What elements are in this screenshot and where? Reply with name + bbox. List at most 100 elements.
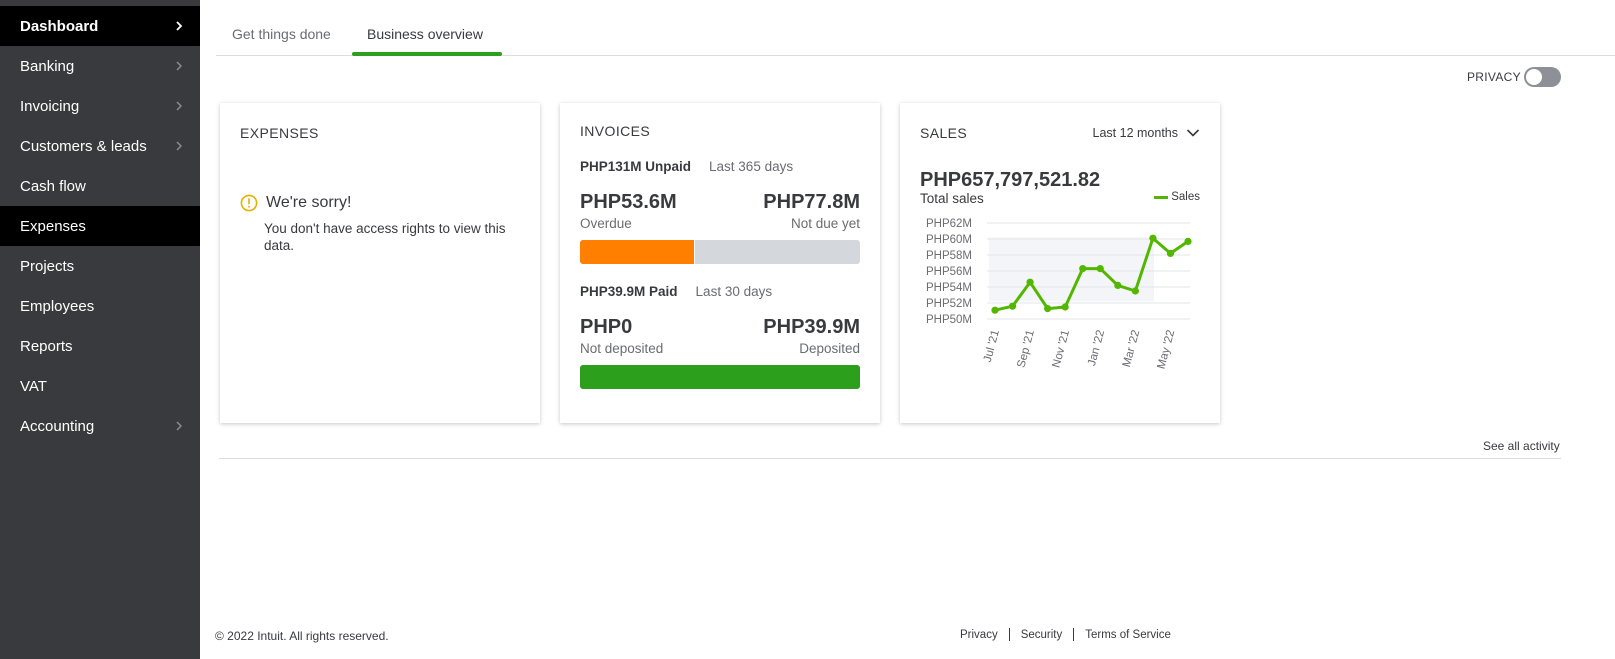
sidebar-item-projects[interactable]: Projects (0, 246, 200, 286)
sales-data-point (1044, 305, 1052, 313)
deposited-bar-segment[interactable] (580, 365, 860, 389)
invoices-title: INVOICES (580, 123, 651, 139)
sidebar-item-label: Reports (20, 337, 73, 355)
chevron-right-icon (172, 139, 186, 153)
unpaid-bar[interactable] (580, 240, 860, 264)
chevron-right-icon (172, 19, 186, 33)
sidebar-item-label: Cash flow (20, 177, 86, 195)
sales-data-point (1096, 265, 1104, 273)
sidebar-item-vat[interactable]: VAT (0, 366, 200, 406)
sidebar: Dashboard Banking Invoicing Customers & … (0, 0, 200, 659)
sales-title: SALES (920, 125, 968, 141)
sales-data-point (991, 306, 999, 314)
sales-total-value: PHP657,797,521.82 (920, 169, 1101, 191)
paid-amount: PHP39.9M Paid (580, 284, 678, 299)
sidebar-item-label: Employees (20, 297, 95, 315)
expenses-title: EXPENSES (240, 125, 319, 141)
sales-period-label: Last 12 months (1092, 126, 1178, 140)
x-tick-label: Jan '22 (1086, 329, 1107, 368)
y-tick-label: PHP52M (926, 298, 972, 310)
footer-link-privacy[interactable]: Privacy (960, 629, 998, 641)
sidebar-item-label: Expenses (20, 217, 86, 235)
sidebar-item-invoicing[interactable]: Invoicing (0, 86, 200, 126)
y-tick-label: PHP56M (926, 266, 972, 278)
sidebar-item-label: Accounting (20, 417, 95, 435)
footer-links: Privacy Security Terms of Service (960, 628, 1171, 641)
sidebar-item-accounting[interactable]: Accounting (0, 406, 200, 446)
y-tick-label: PHP60M (926, 234, 972, 246)
invoices-card[interactable]: INVOICES PHP131M Unpaid Last 365 days PHP… (560, 103, 880, 423)
x-tick-label: Nov '21 (1050, 329, 1072, 369)
sidebar-item-customers-leads[interactable]: Customers & leads (0, 126, 200, 166)
sales-data-point (1149, 234, 1157, 242)
sales-data-point (1026, 278, 1034, 286)
paid-summary: PHP39.9M Paid Last 30 days (580, 284, 772, 299)
sales-data-point (1184, 237, 1192, 245)
toggle-knob (1526, 69, 1542, 85)
footer-link-terms[interactable]: Terms of Service (1085, 629, 1171, 641)
sidebar-item-reports[interactable]: Reports (0, 326, 200, 366)
sales-data-point (1008, 302, 1017, 310)
legend-swatch (1154, 195, 1169, 199)
tab-get-things-done[interactable]: Get things done (232, 26, 331, 42)
tab-business-overview[interactable]: Business overview (367, 26, 483, 42)
sidebar-item-label: Projects (20, 257, 75, 275)
overdue-value: PHP53.6M (580, 191, 677, 213)
sales-data-point (1114, 281, 1122, 289)
sales-data-point (1061, 303, 1069, 311)
unpaid-summary: PHP131M Unpaid Last 365 days (580, 159, 793, 174)
sales-period-dropdown[interactable]: Last 12 months (1093, 126, 1200, 140)
footer-link-security[interactable]: Security (1021, 629, 1063, 641)
sidebar-item-label: Dashboard (20, 17, 99, 35)
footer-separator (1008, 628, 1010, 641)
active-tab-indicator (352, 52, 502, 56)
see-all-activity-link[interactable]: See all activity (1483, 439, 1560, 453)
sidebar-item-label: VAT (20, 377, 47, 395)
x-tick-label: Mar '22 (1121, 329, 1142, 369)
footer-separator (1073, 628, 1075, 641)
x-tick-label: Sep '21 (1015, 329, 1037, 369)
deposited-label: Deposited (799, 341, 860, 356)
sidebar-item-label: Banking (20, 57, 75, 75)
sales-line-chart[interactable]: PHP62M PHP60M PHP58M PHP56M PHP54M PHP52M PHP5… (900, 213, 1220, 383)
unpaid-amount: PHP131M Unpaid (580, 159, 692, 174)
unpaid-period: Last 365 days (709, 159, 794, 174)
deposited-value: PHP39.9M (763, 316, 860, 338)
footer-copyright: © 2022 Intuit. All rights reserved. (215, 629, 389, 643)
sales-card[interactable]: SALES Last 12 months PHP657,797,521.82 T… (900, 103, 1220, 423)
warning-icon (240, 194, 258, 212)
sidebar-item-employees[interactable]: Employees (0, 286, 200, 326)
sidebar-item-expenses[interactable]: Expenses (0, 206, 200, 246)
sidebar-item-banking[interactable]: Banking (0, 46, 200, 86)
not-deposited-value: PHP0 (580, 316, 633, 338)
sales-data-point (1131, 287, 1139, 295)
not-due-value: PHP77.8M (763, 191, 860, 213)
y-tick-label: PHP62M (926, 218, 972, 230)
sales-data-point (1079, 265, 1087, 273)
sales-data-point (1166, 249, 1175, 257)
sidebar-item-dashboard[interactable]: Dashboard (0, 6, 200, 46)
paid-period: Last 30 days (695, 284, 773, 299)
chevron-right-icon (172, 59, 186, 73)
legend-label: Sales (1171, 191, 1200, 203)
no-access-title: We're sorry! (266, 194, 352, 211)
sidebar-item-cash-flow[interactable]: Cash flow (0, 166, 200, 206)
overdue-label: Overdue (580, 216, 632, 231)
y-tick-label: PHP54M (926, 282, 972, 294)
privacy-toggle[interactable] (1524, 67, 1561, 87)
no-access-message: You don't have access rights to view thi… (264, 221, 506, 253)
expenses-card: EXPENSES We're sorry! You don't have acc… (220, 103, 540, 423)
not-due-label: Not due yet (790, 216, 860, 231)
sidebar-item-label: Customers & leads (20, 137, 147, 155)
chart-legend: Sales (1154, 191, 1200, 203)
sales-total-label: Total sales (920, 191, 984, 206)
chevron-right-icon (172, 99, 186, 113)
overdue-bar-segment[interactable] (580, 240, 695, 264)
y-tick-label: PHP50M (926, 314, 972, 326)
y-tick-label: PHP58M (926, 250, 972, 262)
x-tick-label: Jul '21 (982, 329, 1002, 364)
activity-divider (219, 458, 1561, 459)
chevron-down-icon (1186, 129, 1200, 137)
paid-bar[interactable] (580, 365, 860, 389)
sidebar-item-label: Invoicing (20, 97, 80, 115)
